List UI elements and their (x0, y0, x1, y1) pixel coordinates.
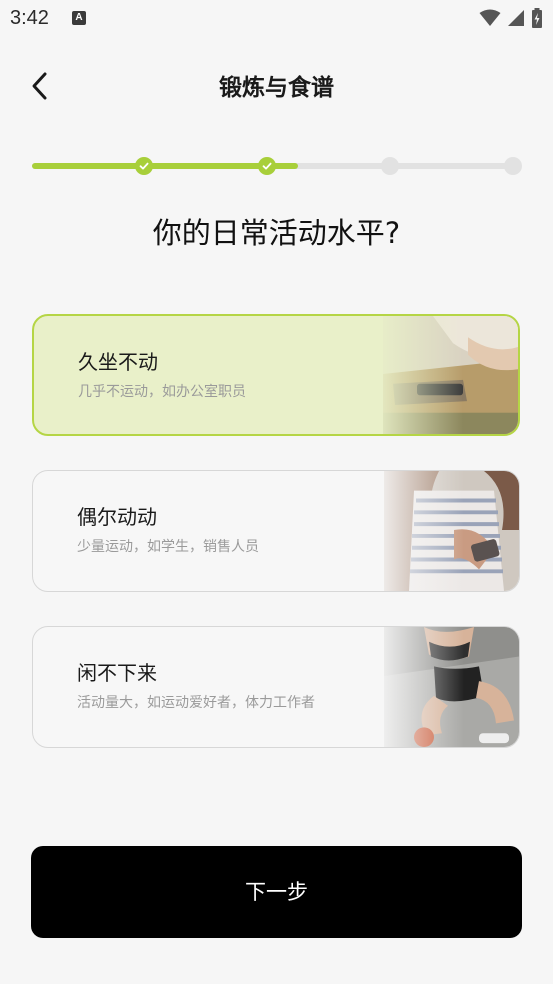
option-title: 久坐不动 (78, 350, 158, 374)
option-description: 活动量大，如运动爱好者，体力工作者 (77, 695, 315, 711)
status-icons (479, 8, 543, 32)
progress-step-1-check-icon (135, 157, 153, 175)
option-sedentary[interactable]: 久坐不动 几乎不运动，如办公室职员 (32, 314, 520, 436)
notification-a-icon: A (72, 11, 86, 25)
progress-step-3-dot (381, 157, 399, 175)
signal-icon (507, 9, 525, 31)
question-heading: 你的日常活动水平? (152, 216, 401, 250)
option-active[interactable]: 闲不下来 活动量大，如运动爱好者，体力工作者 (32, 626, 520, 748)
page-title: 锻炼与食谱 (219, 75, 334, 101)
option-title: 闲不下来 (77, 661, 157, 685)
option-occasional[interactable]: 偶尔动动 少量运动，如学生，销售人员 (32, 470, 520, 592)
option-title: 偶尔动动 (77, 505, 157, 529)
photo-fade-overlay (373, 316, 463, 434)
progress-step-2-check-icon (258, 157, 276, 175)
back-button[interactable] (24, 70, 56, 106)
progress-step-4-dot (504, 157, 522, 175)
option-description: 几乎不运动，如办公室职员 (78, 384, 246, 400)
status-time: 3:42 (10, 7, 49, 29)
photo-fade-overlay (374, 627, 464, 747)
option-description: 少量运动，如学生，销售人员 (77, 539, 259, 555)
battery-icon (531, 8, 543, 32)
chevron-left-icon (30, 71, 50, 105)
next-step-button[interactable]: 下一步 (31, 846, 522, 938)
status-bar: 3:42 A (0, 0, 553, 40)
photo-fade-overlay (374, 471, 464, 591)
wifi-icon (479, 9, 501, 31)
step-progress (32, 156, 522, 176)
